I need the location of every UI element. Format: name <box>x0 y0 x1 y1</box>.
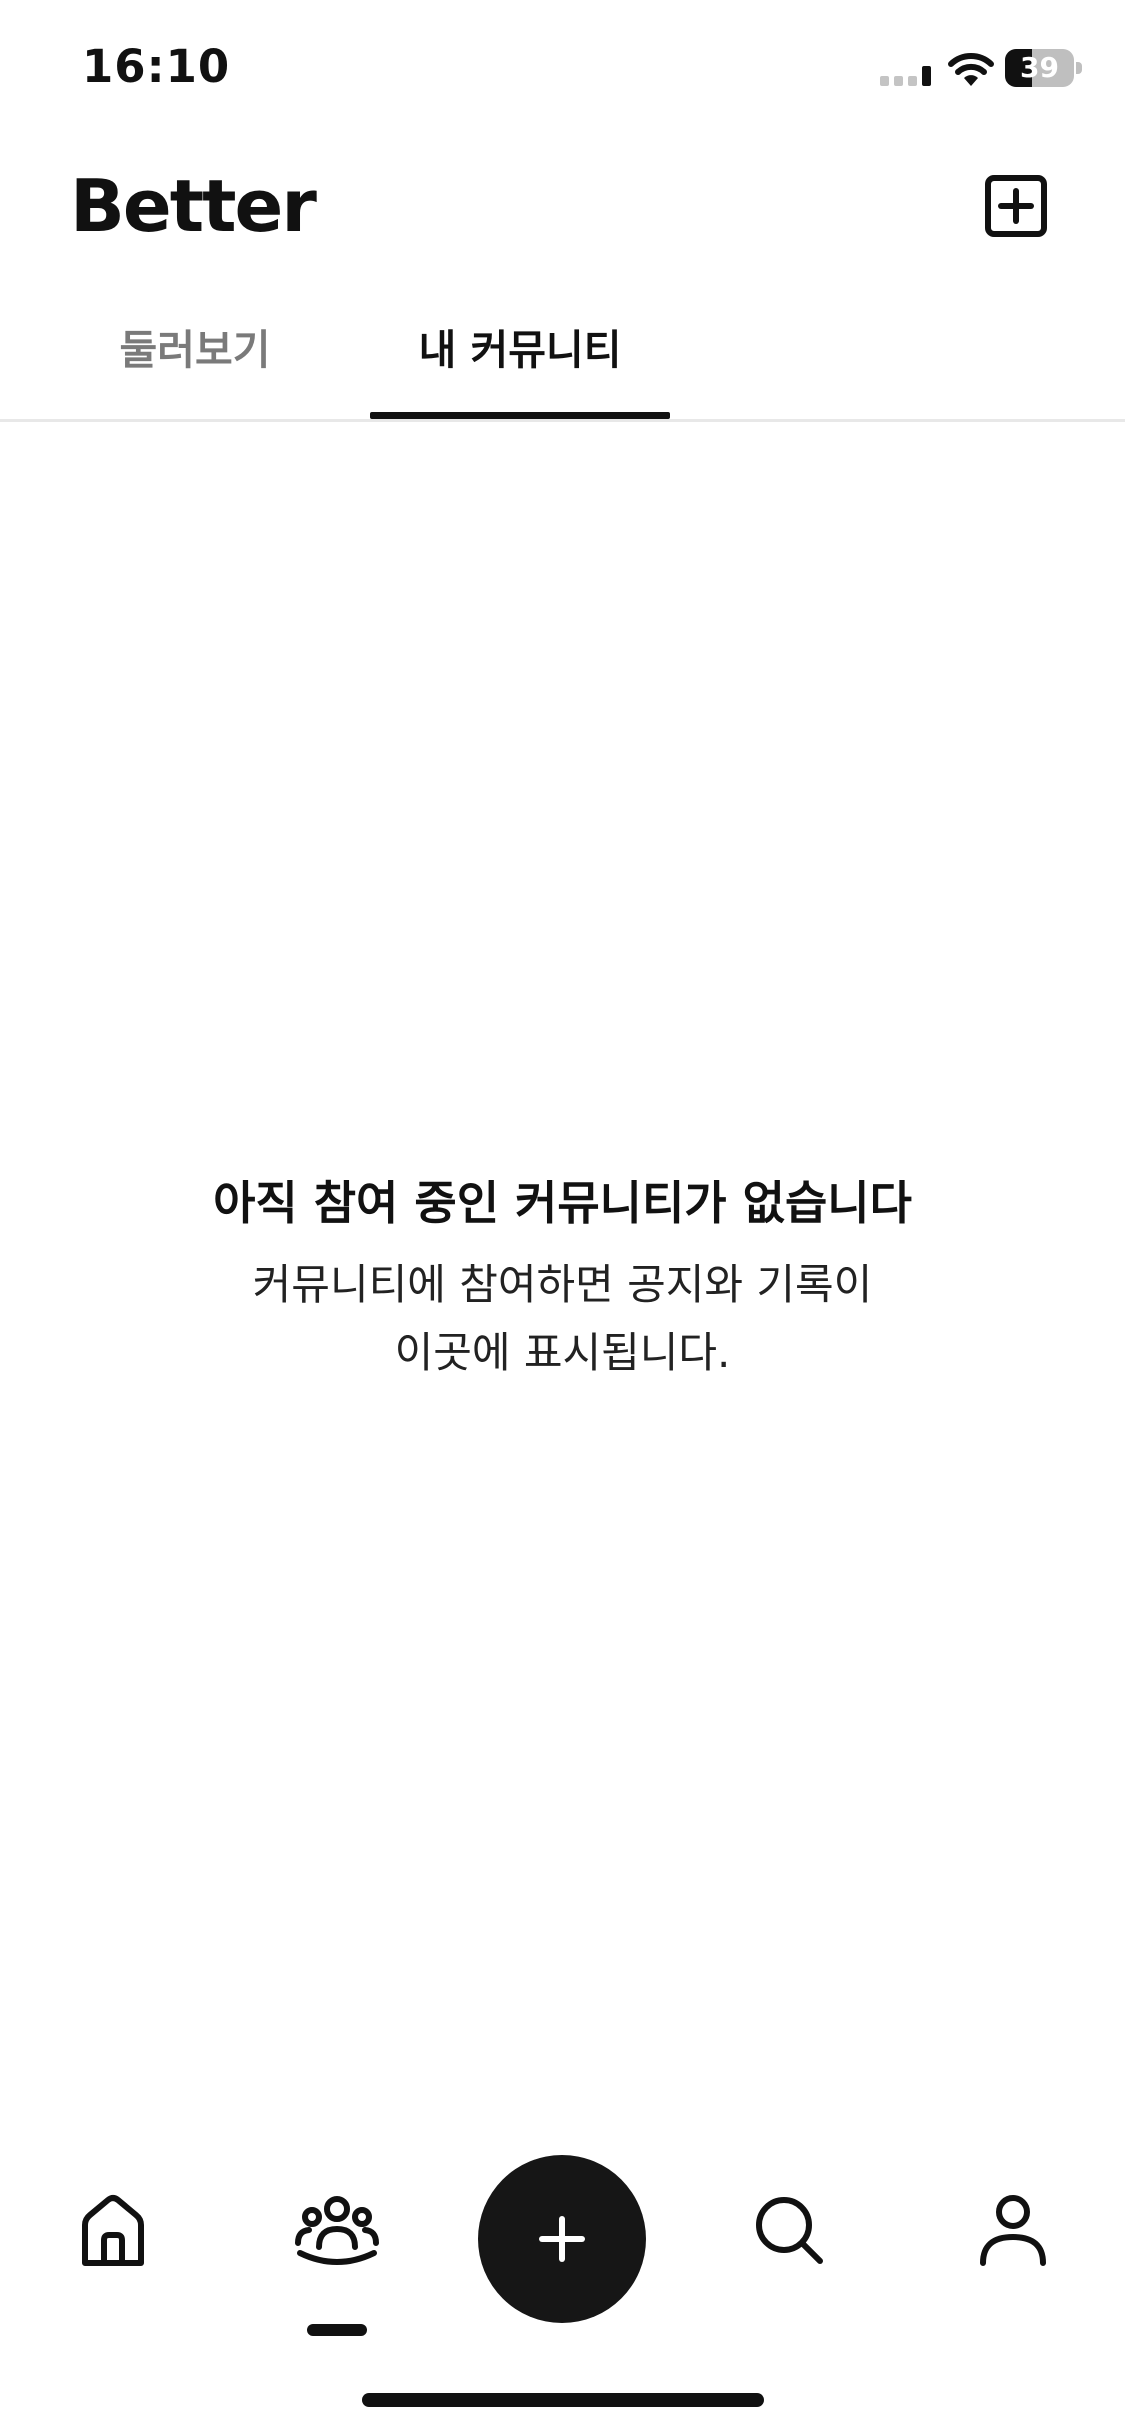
battery-icon: 39 <box>1005 49 1083 87</box>
empty-state-description: 커뮤니티에 참여하면 공지와 기록이 이곳에 표시됩니다. <box>203 1251 923 1387</box>
search-icon[interactable] <box>744 2185 834 2275</box>
battery-cap <box>1076 62 1082 74</box>
empty-state-title: 아직 참여 중인 커뮤니티가 없습니다 <box>213 1176 912 1230</box>
tab-browse[interactable]: 둘러보기 <box>80 290 310 422</box>
empty-state: 아직 참여 중인 커뮤니티가 없습니다 커뮤니티에 참여하면 공지와 기록이 이… <box>0 1165 1125 1387</box>
plus-icon <box>539 2216 585 2262</box>
app-header: Better <box>0 140 1125 270</box>
wifi-icon <box>946 50 996 88</box>
plus-square-icon[interactable] <box>984 174 1048 238</box>
tabs-divider <box>0 419 1125 422</box>
tab-bar: 둘러보기 내 커뮤니티 <box>0 290 1125 422</box>
cellular-signal-icon <box>880 64 934 86</box>
status-bar: 16:10 39 <box>0 0 1125 140</box>
status-time: 16:10 <box>82 40 231 93</box>
battery-percent: 39 <box>1020 51 1059 84</box>
app-logo[interactable]: Better <box>70 166 317 246</box>
empty-state-description-line1: 커뮤니티에 참여하면 공지와 기록이 <box>252 1260 873 1309</box>
empty-state-description-line2: 이곳에 표시됩니다. <box>394 1328 731 1377</box>
tab-my-community[interactable]: 내 커뮤니티 <box>370 290 670 422</box>
nav-active-indicator <box>307 2324 367 2336</box>
tab-active-indicator <box>370 412 670 419</box>
add-post-button[interactable] <box>478 2155 646 2323</box>
community-icon[interactable] <box>292 2185 382 2275</box>
profile-icon[interactable] <box>968 2185 1058 2275</box>
battery-body: 39 <box>1005 49 1074 87</box>
home-icon[interactable] <box>68 2185 158 2275</box>
home-indicator[interactable] <box>362 2393 764 2407</box>
bottom-nav <box>0 2140 1125 2340</box>
